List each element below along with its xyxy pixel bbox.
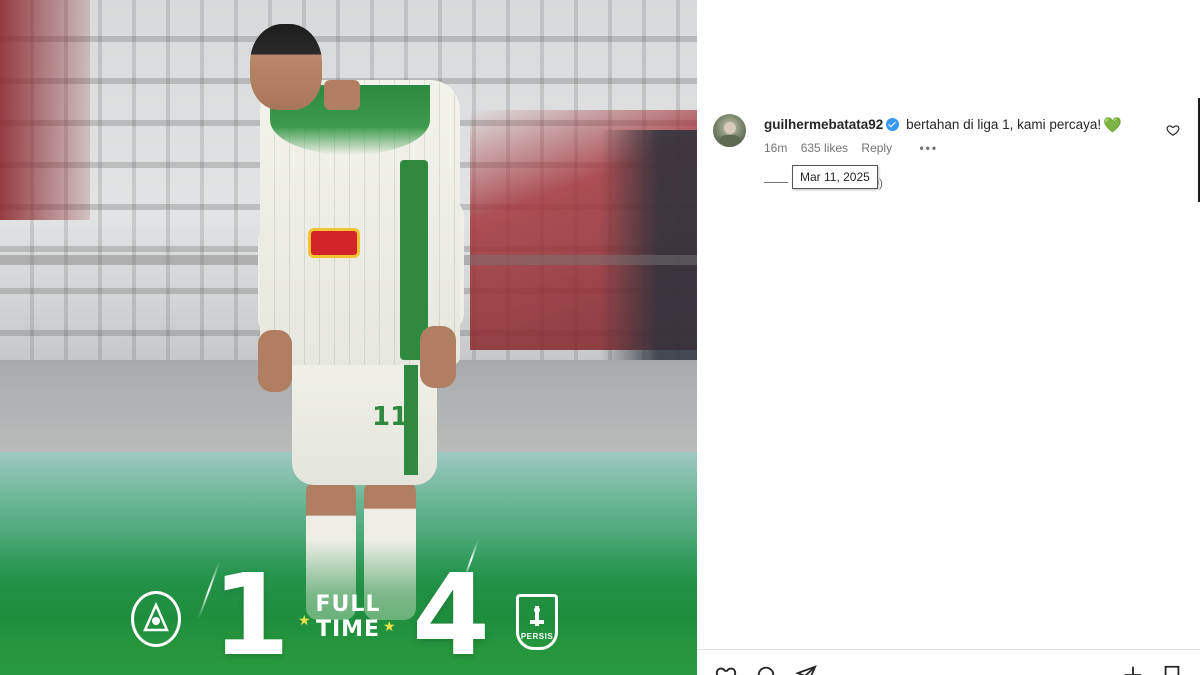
comment-body: bertahan di liga 1, kami percaya! (906, 117, 1102, 132)
stadium-seats-dark (600, 130, 697, 360)
avatar[interactable] (713, 114, 746, 147)
full-time-label: FULL TIME (300, 592, 396, 642)
comment-text-line: guilhermebatata92 bertahan di liga 1, ka… (764, 116, 1122, 134)
heart-outline-icon[interactable] (1166, 123, 1180, 137)
home-team-crest (131, 591, 181, 647)
football-player: 11 (240, 10, 480, 620)
full-time-line-2: TIME (315, 617, 381, 642)
avatar-photo (719, 122, 741, 147)
verified-badge-icon (886, 118, 900, 131)
jersey-sponsor-logo (308, 228, 360, 258)
stadium-seats-red-left (0, 0, 90, 220)
away-team-crest: PERSIS (516, 594, 558, 650)
home-score: 1 (212, 551, 290, 675)
away-crest-label: PERSIS (520, 632, 554, 641)
comment-username[interactable]: guilhermebatata92 (764, 117, 883, 132)
star-icon: ★ (383, 618, 396, 634)
reply-button[interactable]: Reply (861, 141, 892, 155)
comment-bubble-icon[interactable] (755, 664, 777, 675)
comment-meta: 16m 635 likes Reply ••• (764, 141, 948, 155)
sparkle-icon[interactable] (1122, 664, 1144, 675)
date-tooltip: Mar 11, 2025 (792, 165, 878, 189)
full-time-line-1: FULL (315, 592, 381, 617)
save-bookmark-icon[interactable] (1161, 664, 1183, 675)
share-send-icon[interactable] (795, 664, 817, 675)
player-neck (324, 80, 360, 110)
post-action-bar (697, 649, 1200, 675)
home-crest-emblem-icon (143, 602, 169, 632)
player-hand-right (420, 326, 456, 388)
comments-panel: guilhermebatata92 bertahan di liga 1, ka… (697, 0, 1200, 675)
more-options-button[interactable]: ••• (919, 141, 938, 155)
green-heart-emoji: 💚 (1103, 117, 1122, 134)
away-crest-emblem-icon (530, 606, 544, 626)
player-hand-left (258, 330, 292, 392)
player-head (250, 24, 322, 110)
player-shorts-number: 11 (372, 402, 409, 432)
view-replies-divider (764, 182, 788, 183)
comment-time[interactable]: 16m (764, 141, 787, 155)
comment-likes[interactable]: 635 likes (801, 141, 848, 155)
away-score: 4 (412, 551, 490, 675)
heart-outline-icon[interactable] (715, 664, 737, 675)
post-image[interactable]: 11 1 ★ FULL TIME ★ 4 PERSIS (0, 0, 697, 675)
